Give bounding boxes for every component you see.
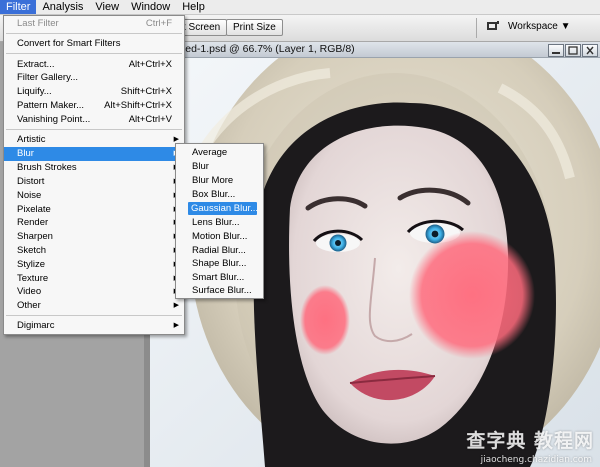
submenu-item-shape-blur[interactable]: Shape Blur... bbox=[176, 257, 263, 270]
submenu-item-gaussian-blur[interactable]: Gaussian Blur... bbox=[188, 202, 258, 215]
menu-analysis[interactable]: Analysis bbox=[36, 0, 89, 14]
submenu-item-motion-blur[interactable]: Motion Blur... bbox=[176, 230, 263, 243]
submenu-item-radial-blur[interactable]: Radial Blur... bbox=[176, 244, 263, 257]
menu-item-sharpen[interactable]: Sharpen▶ bbox=[4, 230, 184, 243]
workspace-menu[interactable]: Workspace ▼ bbox=[508, 21, 571, 32]
menu-help[interactable]: Help bbox=[176, 0, 211, 14]
menu-bar: Filter Analysis View Window Help bbox=[0, 0, 600, 15]
menu-divider bbox=[6, 315, 182, 316]
toolbar-divider bbox=[476, 18, 477, 38]
document-titlebar[interactable]: tled-1.psd @ 66.7% (Layer 1, RGB/8) bbox=[150, 42, 600, 58]
menu-divider bbox=[6, 53, 182, 54]
workspace-icon[interactable] bbox=[486, 20, 500, 32]
menu-filter[interactable]: Filter bbox=[0, 0, 37, 14]
menu-window[interactable]: Window bbox=[125, 0, 176, 14]
menu-divider bbox=[6, 129, 182, 130]
submenu-item-surface-blur[interactable]: Surface Blur... bbox=[176, 284, 263, 297]
submenu-item-blur[interactable]: Blur bbox=[176, 160, 263, 173]
document-title: tled-1.psd @ 66.7% (Layer 1, RGB/8) bbox=[180, 43, 355, 55]
menu-item-texture[interactable]: Texture▶ bbox=[4, 272, 184, 285]
menu-item-sketch[interactable]: Sketch▶ bbox=[4, 244, 184, 257]
menu-item-brush-strokes[interactable]: Brush Strokes▶ bbox=[4, 161, 184, 174]
blur-submenu: Average Blur Blur More Box Blur... Gauss… bbox=[175, 143, 264, 299]
watermark-url: jiaocheng.chazidian.com bbox=[480, 455, 592, 465]
submenu-item-average[interactable]: Average bbox=[176, 146, 263, 159]
submenu-item-lens-blur[interactable]: Lens Blur... bbox=[176, 216, 263, 229]
menu-item-extract[interactable]: Extract... Alt+Ctrl+X bbox=[4, 58, 184, 71]
menu-item-other[interactable]: Other ▶ bbox=[4, 299, 184, 312]
menu-item-convert-smart-filters[interactable]: Convert for Smart Filters bbox=[4, 37, 184, 50]
menu-item-vanishing-point[interactable]: Vanishing Point... Alt+Ctrl+V bbox=[4, 113, 184, 126]
submenu-item-smart-blur[interactable]: Smart Blur... bbox=[176, 271, 263, 284]
menu-divider bbox=[6, 33, 182, 34]
submenu-item-box-blur[interactable]: Box Blur... bbox=[176, 188, 263, 201]
menu-item-filter-gallery[interactable]: Filter Gallery... bbox=[4, 71, 184, 84]
menu-item-last-filter[interactable]: Last Filter Ctrl+F bbox=[4, 17, 184, 30]
watermark-title: 查字典 教程网 bbox=[466, 430, 594, 452]
print-size-button[interactable]: Print Size bbox=[226, 19, 283, 36]
menu-item-liquify[interactable]: Liquify... Shift+Ctrl+X bbox=[4, 85, 184, 98]
menu-item-pattern-maker[interactable]: Pattern Maker... Alt+Shift+Ctrl+X bbox=[4, 99, 184, 112]
close-icon[interactable] bbox=[582, 44, 598, 57]
minimize-icon[interactable] bbox=[548, 44, 564, 57]
menu-item-blur[interactable]: Blur▶ bbox=[4, 147, 184, 161]
menu-item-video[interactable]: Video▶ bbox=[4, 285, 184, 298]
menu-item-stylize[interactable]: Stylize▶ bbox=[4, 258, 184, 271]
filter-menu: Last Filter Ctrl+F Convert for Smart Filt… bbox=[3, 15, 185, 335]
maximize-icon[interactable] bbox=[565, 44, 581, 57]
menu-item-noise[interactable]: Noise▶ bbox=[4, 189, 184, 202]
menu-item-artistic[interactable]: Artistic ▶ bbox=[4, 133, 184, 146]
menu-item-distort[interactable]: Distort▶ bbox=[4, 175, 184, 188]
menu-item-render[interactable]: Render▶ bbox=[4, 216, 184, 229]
menu-item-digimarc[interactable]: Digimarc ▶ bbox=[4, 319, 184, 332]
menu-item-pixelate[interactable]: Pixelate▶ bbox=[4, 203, 184, 216]
submenu-item-blur-more[interactable]: Blur More bbox=[176, 174, 263, 187]
menu-view[interactable]: View bbox=[89, 0, 125, 14]
